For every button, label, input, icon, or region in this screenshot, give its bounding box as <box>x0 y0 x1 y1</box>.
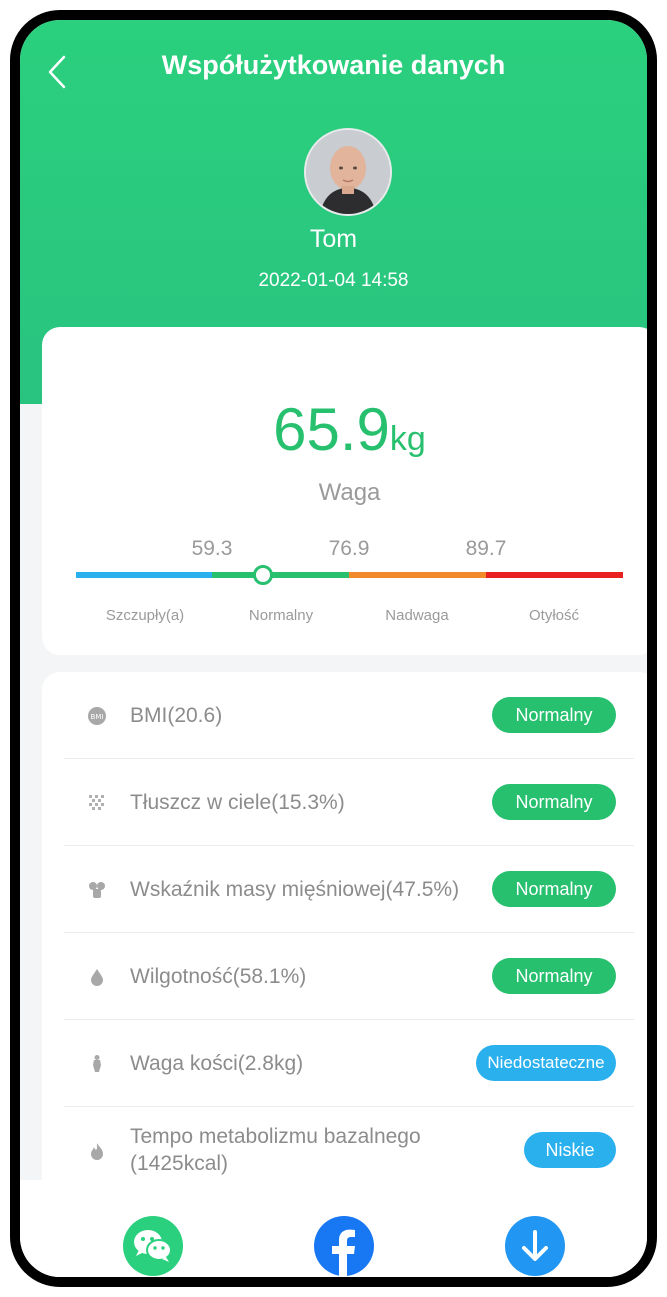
status-badge: Normalny <box>492 697 616 733</box>
flame-icon <box>91 1143 103 1160</box>
facebook-icon <box>332 1229 355 1276</box>
phone-frame: Współużytkowanie danych Tom 2022-01-04 1… <box>10 10 657 1287</box>
avatar <box>304 128 392 216</box>
measurement-datetime: 2022-01-04 14:58 <box>258 270 409 291</box>
category-label: Normalny <box>248 607 314 624</box>
status-badge: Niskie <box>524 1132 616 1168</box>
weight-value: 65.9kg <box>42 395 647 464</box>
metric-label: Wilgotność(58.1%) <box>130 964 307 988</box>
bmi-icon: BMI <box>88 707 106 725</box>
metric-row-body-fat[interactable]: Tłuszcz w ciele(15.3%) Normalny <box>64 759 634 846</box>
status-badge: Normalny <box>492 871 616 907</box>
muscle-icon <box>89 882 105 898</box>
download-icon <box>522 1230 548 1261</box>
status-badge: Normalny <box>492 958 616 994</box>
metric-row-bone-mass[interactable]: Waga kości(2.8kg) Niedostateczne <box>64 1020 634 1107</box>
metric-label: Tłuszcz w ciele(15.3%) <box>130 790 345 814</box>
category-label: Otyłość <box>528 607 580 624</box>
metric-row-hydration[interactable]: Wilgotność(58.1%) Normalny <box>64 933 634 1020</box>
metric-label: BMI(20.6) <box>130 703 223 727</box>
wechat-icon <box>134 1230 172 1262</box>
category-label: Szczupły(a) <box>105 607 185 624</box>
status-badge: Normalny <box>492 784 616 820</box>
scale-segment-obese <box>486 572 623 578</box>
status-badge: Niedostateczne <box>476 1045 616 1081</box>
weight-number: 65.9 <box>273 396 390 463</box>
threshold-label: 89.7 <box>465 537 507 560</box>
facebook-share-button[interactable] <box>314 1216 374 1276</box>
metric-row-bmi[interactable]: BMI BMI(20.6) Normalny <box>64 672 634 759</box>
threshold-label: 76.9 <box>328 537 370 560</box>
scale-segment-underweight <box>76 572 212 578</box>
metric-label: Waga kości(2.8kg) <box>130 1051 304 1075</box>
page-title: Współużytkowanie danych <box>161 50 506 80</box>
weight-card: 65.9kg Waga 59.3 76.9 89.7 Szczupły(a) N… <box>42 327 647 655</box>
wechat-share-button[interactable] <box>123 1216 183 1276</box>
user-name: Tom <box>309 225 358 253</box>
weight-label: Waga <box>318 479 381 506</box>
metric-row-muscle[interactable]: Wskaźnik masy mięśniowej(47.5%) Normalny <box>64 846 634 933</box>
scale-segment-overweight <box>349 572 486 578</box>
threshold-label: 59.3 <box>191 537 233 560</box>
scale-segment-normal <box>212 572 349 578</box>
avatar-image <box>306 130 390 214</box>
water-drop-icon <box>91 969 103 986</box>
share-bar <box>20 1180 647 1277</box>
metrics-list: BMI BMI(20.6) Normalny Tłuszcz w ciele(1… <box>42 672 647 1192</box>
category-label: Nadwaga <box>385 607 449 624</box>
download-button[interactable] <box>505 1216 565 1276</box>
weight-marker <box>253 565 274 585</box>
weight-unit: kg <box>389 420 426 458</box>
svg-text:BMI: BMI <box>91 713 104 721</box>
metric-label: Wskaźnik masy mięśniowej(47.5%) <box>130 877 460 901</box>
fat-icon <box>89 795 104 810</box>
bone-icon <box>93 1055 101 1072</box>
